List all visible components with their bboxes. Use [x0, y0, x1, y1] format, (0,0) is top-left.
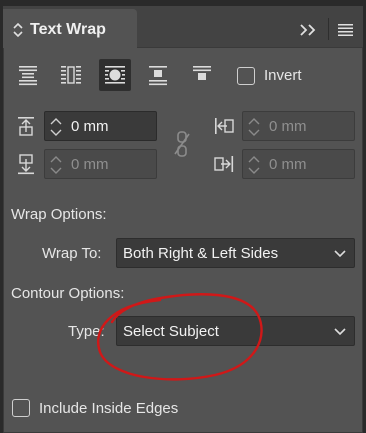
wrap-to-label: Wrap To: — [42, 245, 102, 262]
jump-object-icon — [149, 66, 167, 86]
include-inside-edges-label: Include Inside Edges — [39, 400, 179, 417]
top-offset-field[interactable]: 0 mm — [44, 111, 157, 141]
no-text-wrap-icon — [19, 66, 37, 86]
wrap-object-shape-button[interactable] — [99, 59, 131, 91]
chevron-down-icon — [334, 328, 346, 336]
left-offset-value: 0 mm — [269, 118, 307, 135]
contour-type-dropdown[interactable]: Select Subject — [116, 316, 355, 346]
top-offset-stepper[interactable] — [47, 115, 65, 139]
top-offset-value: 0 mm — [71, 118, 109, 135]
no-text-wrap-button[interactable] — [12, 59, 44, 91]
right-offset-icon — [214, 156, 234, 172]
contour-type-value: Select Subject — [123, 323, 219, 340]
bottom-offset-icon — [18, 154, 34, 175]
right-offset-value: 0 mm — [269, 156, 307, 173]
wrap-to-value: Both Right & Left Sides — [123, 245, 279, 262]
jump-to-next-column-button[interactable] — [186, 59, 218, 91]
titlebar-divider — [328, 18, 329, 40]
wrap-bounding-box-icon — [61, 66, 81, 84]
panel-menu-icon[interactable] — [338, 23, 353, 36]
expand-panel-icon[interactable] — [298, 22, 318, 38]
left-offset-stepper[interactable] — [245, 115, 263, 139]
type-label: Type: — [68, 323, 105, 340]
panel-title: Text Wrap — [30, 21, 106, 38]
contour-options-heading: Contour Options: — [11, 285, 125, 302]
top-offset-icon — [18, 117, 34, 136]
bottom-offset-field[interactable]: 0 mm — [44, 149, 157, 179]
wrap-bounding-box-button[interactable] — [55, 59, 87, 91]
right-offset-field[interactable]: 0 mm — [242, 149, 355, 179]
wrap-object-shape-icon — [105, 66, 125, 84]
wrap-to-dropdown[interactable]: Both Right & Left Sides — [116, 238, 355, 268]
right-offset-stepper[interactable] — [245, 153, 263, 177]
invert-label: Invert — [264, 67, 302, 84]
chevron-down-icon — [334, 250, 346, 258]
bottom-offset-value: 0 mm — [71, 156, 109, 173]
invert-checkbox[interactable] — [237, 67, 255, 85]
link-offsets-icon[interactable] — [172, 130, 192, 158]
left-offset-field[interactable]: 0 mm — [242, 111, 355, 141]
include-inside-edges-checkbox[interactable] — [12, 399, 30, 417]
jump-to-next-column-icon — [193, 66, 211, 80]
left-offset-icon — [215, 118, 234, 134]
collapse-arrows-icon[interactable] — [13, 22, 23, 38]
bottom-offset-stepper[interactable] — [47, 153, 65, 177]
jump-object-button[interactable] — [142, 59, 174, 91]
wrap-options-heading: Wrap Options: — [11, 206, 107, 223]
